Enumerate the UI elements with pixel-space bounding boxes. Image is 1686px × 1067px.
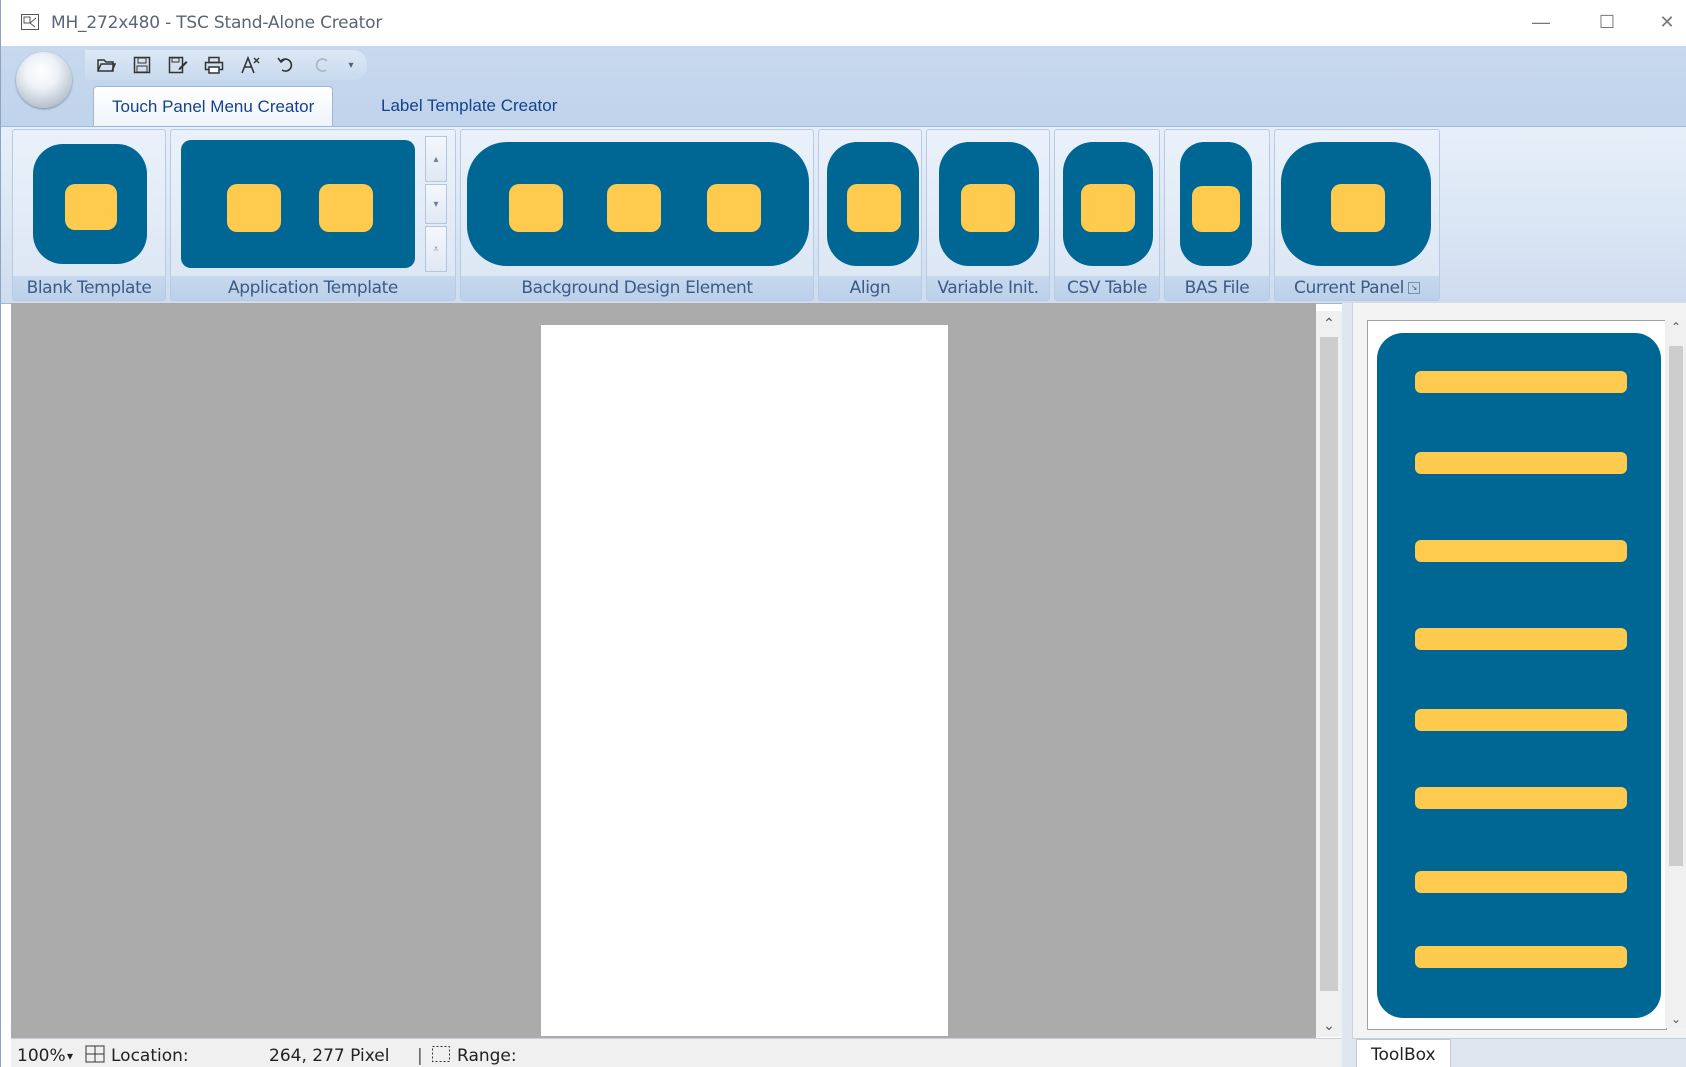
customize-toolbar-dropdown-icon[interactable]: ▾ (345, 60, 357, 71)
tab-label-template-creator[interactable]: Label Template Creator (363, 86, 575, 126)
location-label: Location: (111, 1046, 189, 1066)
range-icon (431, 1045, 451, 1067)
close-button[interactable]: ✕ (1645, 8, 1686, 36)
undo-icon[interactable] (273, 52, 299, 78)
group-label: Variable Init. (927, 276, 1049, 300)
panel-page[interactable] (541, 325, 948, 1036)
ribbon-panel: Blank Template ▴ ▾ ⩡ Application Templat… (1, 126, 1686, 304)
placeholder-marker (961, 184, 1015, 232)
application-template-gallery[interactable] (181, 140, 415, 268)
open-icon[interactable] (93, 52, 119, 78)
panel-splitter[interactable] (1342, 303, 1352, 1067)
background-design-element-button[interactable] (467, 142, 809, 266)
group-background-design-element: Background Design Element (460, 129, 814, 301)
group-label: Current Panel ↘ (1275, 276, 1439, 300)
placeholder-marker (707, 184, 761, 232)
tab-touch-panel-menu-creator[interactable]: Touch Panel Menu Creator (93, 86, 334, 127)
align-button[interactable] (827, 142, 919, 266)
placeholder-marker (607, 184, 661, 232)
title-bar: MH_272x480 - TSC Stand-Alone Creator — ☐… (1, 0, 1686, 46)
blank-template-button[interactable] (33, 144, 147, 264)
minimize-button[interactable]: — (1519, 8, 1563, 36)
dialog-launcher-icon[interactable]: ↘ (1407, 282, 1420, 294)
placeholder-marker (1331, 184, 1385, 232)
toolbox-item[interactable] (1415, 946, 1627, 968)
group-current-panel: Current Panel ↘ (1274, 129, 1440, 301)
current-panel-button[interactable] (1281, 142, 1431, 266)
redo-icon[interactable] (309, 52, 335, 78)
toolbox-tab[interactable]: ToolBox (1356, 1039, 1451, 1067)
window-title: MH_272x480 - TSC Stand-Alone Creator (51, 13, 383, 33)
group-label: Background Design Element (461, 276, 813, 300)
app-icon (21, 14, 39, 30)
save-icon[interactable] (129, 52, 155, 78)
toolbox-item[interactable] (1415, 871, 1627, 893)
group-bas-file: BAS File (1164, 129, 1270, 301)
range-label: Range: (457, 1046, 517, 1066)
toolbox-item[interactable] (1415, 709, 1627, 731)
group-label: CSV Table (1055, 276, 1159, 300)
bas-file-button[interactable] (1180, 142, 1252, 266)
variable-init-button[interactable] (939, 142, 1039, 266)
toolbox-item[interactable] (1415, 628, 1627, 650)
print-icon[interactable] (201, 52, 227, 78)
app-window: MH_272x480 - TSC Stand-Alone Creator — ☐… (0, 0, 1686, 1067)
toolbox-item[interactable] (1415, 540, 1627, 562)
quick-access-toolbar: ▾ (85, 50, 367, 80)
clear-format-icon[interactable] (237, 52, 263, 78)
placeholder-marker (319, 184, 373, 232)
maximize-button[interactable]: ☐ (1585, 8, 1629, 36)
scroll-thumb[interactable] (1669, 346, 1683, 866)
location-icon (85, 1045, 105, 1067)
current-panel-label: Current Panel (1294, 278, 1404, 298)
placeholder-marker (847, 184, 901, 232)
application-menu-button[interactable] (16, 52, 72, 108)
group-label: BAS File (1165, 276, 1269, 300)
placeholder-marker (1081, 184, 1135, 232)
gallery-scroll-up-icon[interactable]: ▴ (425, 136, 447, 182)
scroll-down-icon[interactable]: ⌄ (1316, 1013, 1342, 1037)
gallery-scroll-down-icon[interactable]: ▾ (425, 184, 447, 224)
scroll-down-icon[interactable]: ⌄ (1665, 1012, 1686, 1026)
group-variable-init: Variable Init. (926, 129, 1050, 301)
location-value: 264, 277 Pixel (269, 1046, 390, 1066)
toolbox-placeholder[interactable] (1377, 333, 1661, 1018)
canvas-vertical-scrollbar[interactable]: ⌃ ⌄ (1316, 311, 1342, 1037)
group-label: Blank Template (13, 276, 165, 300)
toolbox-item[interactable] (1415, 452, 1627, 474)
toolbox-scrollbar[interactable]: ⌃ ⌄ (1665, 320, 1686, 1028)
status-separator: | (417, 1046, 423, 1066)
placeholder-marker (1192, 186, 1240, 232)
group-blank-template: Blank Template (12, 129, 166, 301)
placeholder-marker (65, 184, 117, 230)
status-bar: 100% ▾ Location: 264, 277 Pixel | Range: (11, 1038, 1342, 1067)
scroll-thumb[interactable] (1320, 337, 1338, 991)
scroll-up-icon[interactable]: ⌃ (1316, 311, 1342, 335)
toolbox-item[interactable] (1415, 371, 1627, 393)
placeholder-marker (227, 184, 281, 232)
zoom-level[interactable]: 100% (17, 1046, 66, 1066)
group-application-template: ▴ ▾ ⩡ Application Template (170, 129, 456, 301)
toolbox-item[interactable] (1415, 787, 1627, 809)
placeholder-marker (509, 184, 563, 232)
save-as-icon[interactable] (165, 52, 191, 78)
group-align: Align (818, 129, 922, 301)
group-label: Align (819, 276, 921, 300)
csv-table-button[interactable] (1063, 142, 1153, 266)
group-label: Application Template (171, 276, 455, 300)
scroll-up-icon[interactable]: ⌃ (1665, 320, 1686, 334)
gallery-more-icon[interactable]: ⩡ (425, 226, 447, 272)
group-csv-table: CSV Table (1054, 129, 1160, 301)
zoom-dropdown-icon[interactable]: ▾ (67, 1049, 73, 1063)
